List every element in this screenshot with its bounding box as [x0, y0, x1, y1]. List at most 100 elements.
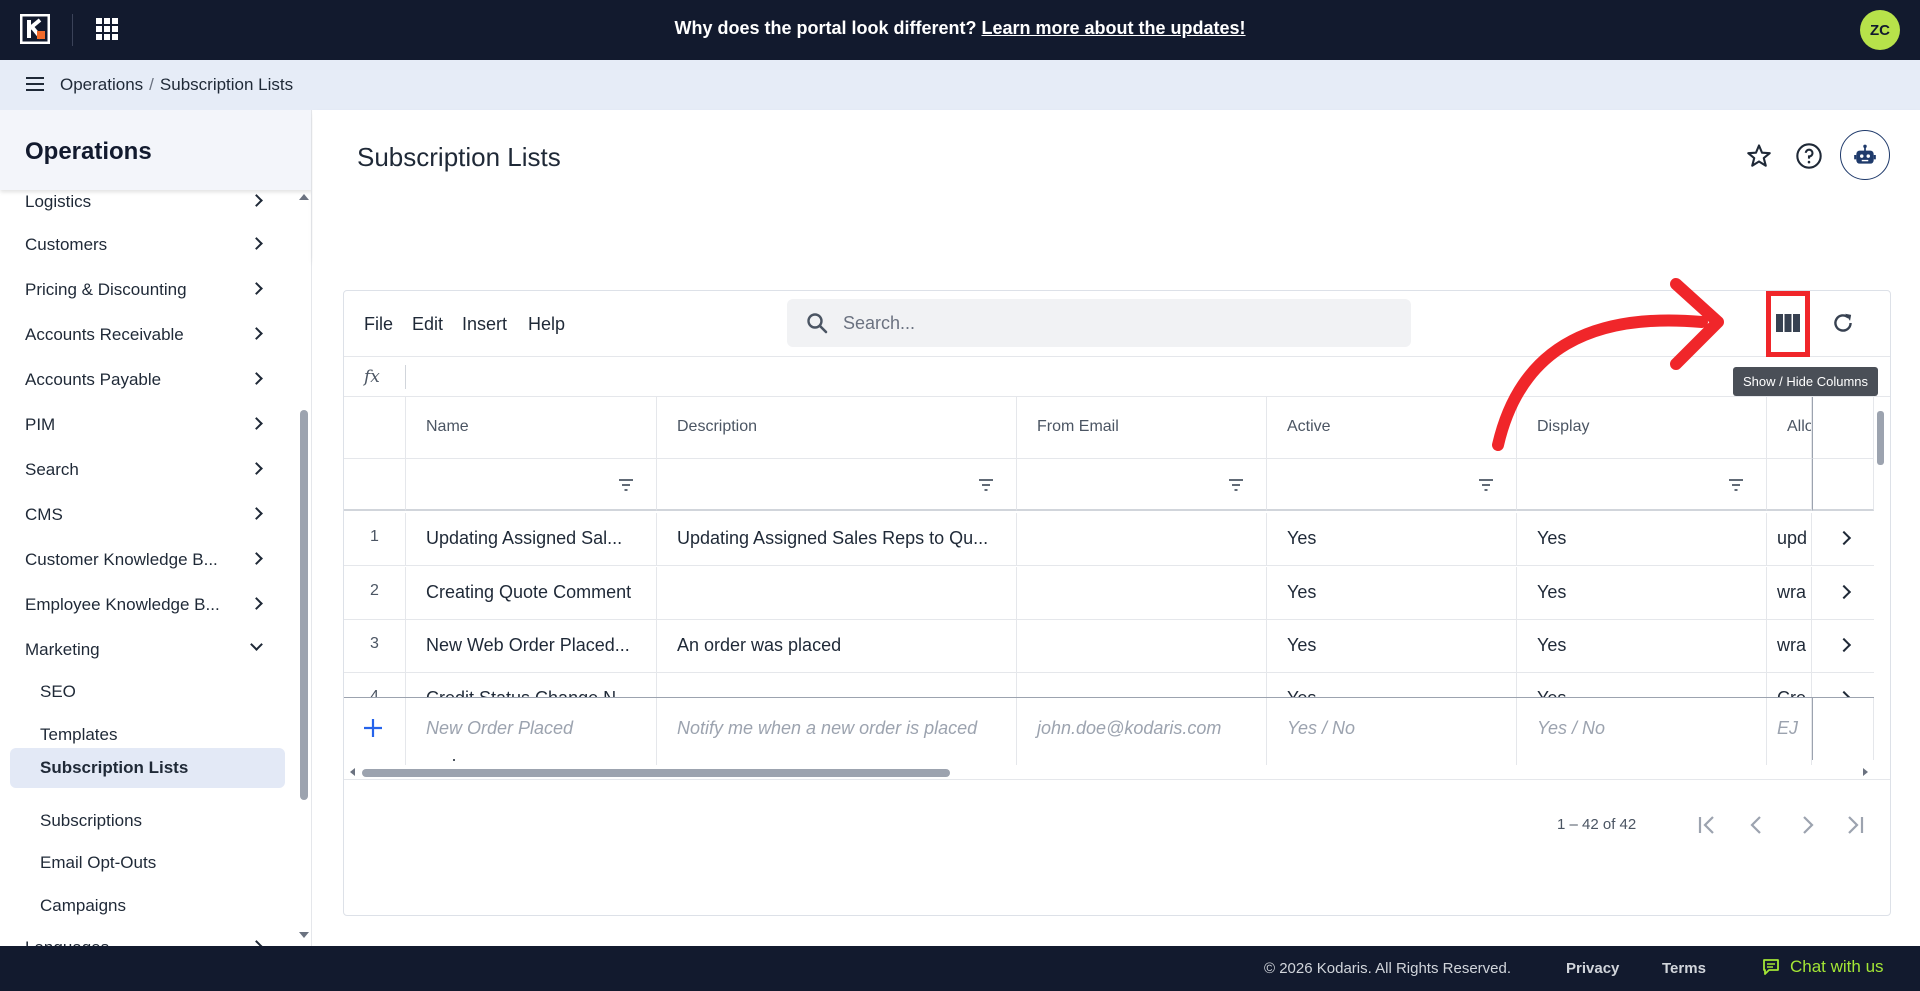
cell-from-email[interactable]: [1017, 513, 1267, 566]
menu-file[interactable]: File: [364, 314, 393, 335]
formula-divider: [405, 365, 406, 389]
filter-icon[interactable]: [1228, 479, 1244, 491]
column-header-name[interactable]: Name: [406, 397, 657, 459]
table-vertical-scrollbar[interactable]: [1877, 411, 1884, 465]
scroll-left-arrow[interactable]: [350, 768, 355, 776]
sidebar-scroll-down-arrow[interactable]: [299, 932, 309, 938]
hamburger-menu-icon[interactable]: [26, 77, 44, 91]
table-row[interactable]: 1 Updating Assigned Sal... Updating Assi…: [344, 513, 1874, 566]
sidebar-subitem-email-opt-outs[interactable]: Email Opt-Outs: [0, 843, 296, 883]
sidebar-item-label: Customers: [25, 235, 108, 254]
scroll-right-arrow[interactable]: [1863, 768, 1868, 776]
sidebar-item-pim[interactable]: PIM: [0, 405, 296, 445]
cell-display[interactable]: Yes: [1517, 513, 1767, 566]
chevron-down-icon: [250, 638, 263, 651]
sidebar-scroll-up-arrow[interactable]: [299, 194, 309, 200]
column-header-allo[interactable]: Allo: [1767, 397, 1812, 459]
assistant-bot-button[interactable]: [1840, 130, 1890, 180]
sidebar-item-customers[interactable]: Customers: [0, 225, 296, 265]
table-row[interactable]: 2 Creating Quote Comment Yes Yes wra: [344, 567, 1874, 620]
new-name-field[interactable]: New Order Placed: [406, 698, 657, 760]
search-icon: [807, 313, 828, 334]
cell-display[interactable]: Yes: [1517, 620, 1767, 673]
user-avatar[interactable]: ZC: [1860, 10, 1900, 50]
sidebar-item-label: Logistics: [25, 192, 92, 211]
previous-page-icon[interactable]: [1742, 810, 1772, 840]
filter-icon[interactable]: [978, 479, 994, 491]
cell-name[interactable]: Creating Quote Comment: [406, 567, 657, 620]
new-allo-field[interactable]: EJ: [1767, 698, 1812, 760]
menu-help[interactable]: Help: [528, 314, 565, 335]
star-icon[interactable]: [1745, 142, 1773, 170]
filter-icon[interactable]: [1478, 479, 1494, 491]
cell-allo[interactable]: wra: [1767, 620, 1812, 673]
filter-cell-display: [1517, 459, 1767, 511]
sidebar-scrollbar[interactable]: [300, 410, 308, 800]
first-page-icon[interactable]: [1692, 810, 1722, 840]
sidebar-item-marketing[interactable]: Marketing: [0, 630, 296, 670]
next-page-icon[interactable]: [1792, 810, 1822, 840]
menu-edit[interactable]: Edit: [412, 314, 443, 335]
cell-name[interactable]: New Web Order Placed...: [406, 620, 657, 673]
search-input[interactable]: [843, 309, 1383, 337]
sidebar-item-customer-kb[interactable]: Customer Knowledge B...: [0, 540, 296, 580]
column-header-display[interactable]: Display: [1517, 397, 1767, 459]
help-icon[interactable]: [1795, 142, 1823, 170]
column-header-active[interactable]: Active: [1267, 397, 1517, 459]
cell-active[interactable]: Yes: [1267, 620, 1517, 673]
cell-description[interactable]: Updating Assigned Sales Reps to Qu...: [657, 513, 1017, 566]
announcement-link[interactable]: Learn more about the updates!: [981, 18, 1245, 38]
horizontal-scroll-thumb[interactable]: [362, 769, 950, 777]
table-row[interactable]: 3 New Web Order Placed... An order was p…: [344, 620, 1874, 673]
sidebar-item-languages[interactable]: Languages: [0, 928, 296, 946]
cell-active[interactable]: Yes: [1267, 513, 1517, 566]
row-open-chevron-icon[interactable]: [1836, 530, 1852, 546]
filter-cell-active: [1267, 459, 1517, 511]
cell-name[interactable]: Updating Assigned Sal...: [406, 513, 657, 566]
breadcrumb-item-operations[interactable]: Operations: [60, 75, 143, 94]
table-horizontal-scrollbar[interactable]: [344, 765, 1890, 779]
new-row-action-cell: [1812, 698, 1874, 760]
privacy-link[interactable]: Privacy: [1566, 960, 1619, 977]
sidebar-item-pricing[interactable]: Pricing & Discounting: [0, 270, 296, 310]
sidebar-subitem-label: SEO: [40, 682, 76, 701]
sidebar-subitem-subscriptions[interactable]: Subscriptions: [0, 801, 296, 841]
cell-from-email[interactable]: [1017, 567, 1267, 620]
chevron-right-icon: [250, 237, 263, 250]
sidebar-item-label: Employee Knowledge B...: [25, 595, 220, 614]
cell-from-email[interactable]: [1017, 620, 1267, 673]
sidebar-item-search[interactable]: Search: [0, 450, 296, 490]
row-open-chevron-icon[interactable]: [1836, 584, 1852, 600]
cell-allo[interactable]: upd: [1767, 513, 1812, 566]
cell-display[interactable]: Yes: [1517, 567, 1767, 620]
cell-description[interactable]: An order was placed: [657, 620, 1017, 673]
cell-active[interactable]: Yes: [1267, 567, 1517, 620]
new-description-field[interactable]: Notify me when a new order is placed: [657, 698, 1017, 760]
terms-link[interactable]: Terms: [1662, 960, 1706, 977]
last-page-icon[interactable]: [1840, 810, 1870, 840]
sidebar-item-label: Accounts Payable: [25, 370, 162, 389]
refresh-icon[interactable]: [1830, 310, 1856, 336]
new-from-email-field[interactable]: john.doe@kodaris.com: [1017, 698, 1267, 760]
sidebar-item-employee-kb[interactable]: Employee Knowledge B...: [0, 585, 296, 625]
footer: © 2026 Kodaris. All Rights Reserved. Pri…: [0, 946, 1920, 991]
sidebar-item-accounts-payable[interactable]: Accounts Payable: [0, 360, 296, 400]
column-header-from-email[interactable]: From Email: [1017, 397, 1267, 459]
sidebar-item-cms[interactable]: CMS: [0, 495, 296, 535]
sidebar-subitem-campaigns[interactable]: Campaigns: [0, 886, 296, 926]
sidebar-subitem-seo[interactable]: SEO: [0, 672, 296, 712]
breadcrumb-separator: /: [149, 75, 154, 94]
cell-allo[interactable]: wra: [1767, 567, 1812, 620]
sidebar-subitem-subscription-lists[interactable]: Subscription Lists: [10, 748, 285, 788]
filter-icon[interactable]: [1728, 479, 1744, 491]
new-display-field[interactable]: Yes / No: [1517, 698, 1767, 760]
formula-label: fx: [364, 367, 380, 387]
column-header-description[interactable]: Description: [657, 397, 1017, 459]
row-open-chevron-icon[interactable]: [1836, 637, 1852, 653]
filter-icon[interactable]: [618, 479, 634, 491]
new-active-field[interactable]: Yes / No: [1267, 698, 1517, 760]
sidebar-item-accounts-receivable[interactable]: Accounts Receivable: [0, 315, 296, 355]
cell-description[interactable]: [657, 567, 1017, 620]
menu-insert[interactable]: Insert: [462, 314, 507, 335]
plus-icon[interactable]: [362, 717, 384, 739]
